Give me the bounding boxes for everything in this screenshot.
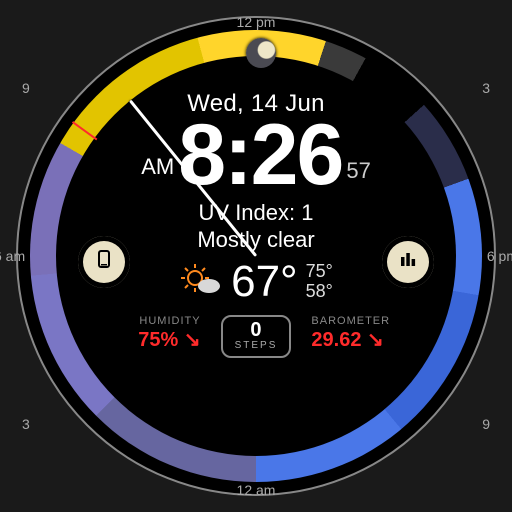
tick-12am: 12 am (237, 482, 276, 498)
humidity-value: 75% ↘ (121, 327, 201, 352)
sun-cloud-icon (179, 262, 223, 303)
temp-high: 75° (306, 262, 333, 282)
uv-index[interactable]: UV Index: 1 (66, 200, 446, 226)
temp-low: 58° (306, 282, 333, 302)
tick-12pm: 12 pm (237, 14, 276, 30)
activity-shortcut-button[interactable] (382, 236, 434, 288)
humidity-block[interactable]: HUMIDITY 75% ↘ (121, 315, 201, 352)
humidity-label: HUMIDITY (121, 315, 201, 327)
time-hm: 8:26 (178, 112, 342, 198)
tick-3am: 3 (22, 416, 30, 432)
bars-icon (398, 249, 418, 275)
center-info: Wed, 14 Jun AM 8:26 57 UV Index: 1 Mostl… (66, 90, 446, 358)
watch-face: 12 pm 3 6 pm 9 12 am 3 6 am 9 Wed, 14 Ju… (16, 16, 496, 496)
barometer-label: BAROMETER (311, 315, 391, 327)
tick-6pm: 6 pm (487, 248, 512, 264)
barometer-value: 29.62 ↘ (311, 327, 391, 352)
moon-phase-icon (246, 38, 276, 68)
steps-button[interactable]: 0 STEPS (221, 315, 292, 358)
tick-9am: 9 (22, 80, 30, 96)
steps-value: 0 (235, 320, 278, 340)
tick-9pm: 9 (482, 416, 490, 432)
phone-shortcut-button[interactable] (78, 236, 130, 288)
tick-3pm: 3 (482, 80, 490, 96)
time-seconds: 57 (346, 158, 370, 184)
tick-6am: 6 am (0, 248, 25, 264)
phone-icon (94, 249, 114, 275)
temp-current: 67° (231, 257, 298, 307)
steps-label: STEPS (235, 340, 278, 351)
ampm: AM (141, 154, 174, 180)
time-display[interactable]: AM 8:26 57 (66, 112, 446, 198)
barometer-block[interactable]: BAROMETER 29.62 ↘ (311, 315, 391, 352)
